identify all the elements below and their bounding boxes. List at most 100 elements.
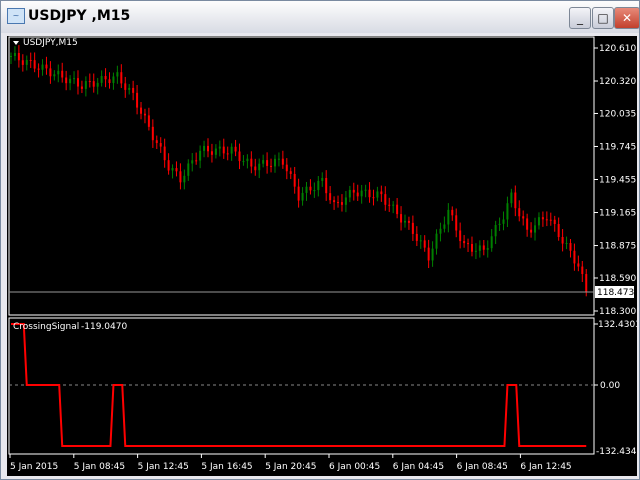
candle-body [143,113,146,116]
chart-window: ~ USDJPY ,M15 _ □ ✕ 120.610 120.320 120.03… [0,0,640,480]
candle-body [285,164,288,172]
dropdown-triangle-icon[interactable] [13,41,19,45]
candle-body [400,214,403,223]
candle-body [199,150,202,161]
candle-body [179,171,182,183]
candle-body [88,81,91,83]
candle-body [171,168,174,171]
close-button[interactable]: ✕ [614,7,640,29]
candle-body [419,240,422,242]
candle-body [537,217,540,226]
indicator-pane-border [8,317,595,455]
candle-body [84,81,87,89]
candle-body [301,192,304,201]
candle-body [140,107,143,114]
time-label: 6 Jan 04:45 [393,462,444,472]
candle-body [486,248,489,250]
candle-body [561,237,564,244]
minimize-button[interactable]: _ [569,7,591,29]
candle-body [317,180,320,191]
candle-body [439,228,442,234]
candle-body [443,224,446,229]
window-title: USDJPY ,M15 [28,8,131,24]
candle-body [258,163,261,171]
candle-body [565,242,568,244]
candle-body [522,216,525,219]
candle-body [490,236,493,249]
candle-body [187,163,190,176]
candle-body [277,158,280,160]
candle-body [557,224,560,238]
candle-body [175,168,178,172]
candle-body [321,177,324,181]
candle-body [364,189,367,191]
candle-body [132,87,135,93]
time-axis[interactable]: 5 Jan 2015 5 Jan 08:45 5 Jan 12:45 5 Jan 16… [9,454,572,472]
candle-body [17,53,20,61]
candle-body [459,230,462,242]
candle-body [53,74,56,77]
title-bar[interactable]: ~ USDJPY ,M15 _ □ ✕ [1,1,640,33]
main-pane-border [8,36,595,316]
candle-body [474,250,477,252]
candle-body [289,171,292,174]
candle-body [514,192,517,209]
maximize-button[interactable]: □ [592,7,614,29]
candle-body [250,158,253,167]
chart-window-icon: ~ [7,8,25,24]
price-label: 119.455 [599,176,636,186]
candle-body [159,143,162,147]
candle-body [92,81,95,87]
candle-body [41,64,44,70]
candle-body [281,158,284,165]
candle-body [352,189,355,193]
candle-body [541,217,544,220]
candle-body [534,225,537,233]
candle-body [234,146,237,152]
candle-body [356,192,359,197]
chart-area[interactable]: 120.610 120.320 120.035 119.745 119.455 119.1… [7,36,640,476]
candle-body [325,177,328,194]
candle-body [447,209,450,225]
candle-body [518,208,521,217]
candle-body [340,202,343,205]
candle-body [344,197,347,205]
candle-body [451,209,454,216]
candle-body [218,146,221,149]
candle-body [337,202,340,204]
candle-body [396,204,399,215]
candle-body [108,79,111,84]
price-scale[interactable]: 120.610 120.320 120.035 119.745 119.455 119.1… [594,44,636,317]
candle-body [33,60,36,69]
price-label: 118.875 [599,242,636,252]
candle-body [96,82,99,87]
symbol-label: USDJPY,M15 [23,38,78,48]
candle-body [427,247,430,261]
candles [10,45,588,297]
time-label: 5 Jan 20:45 [265,462,316,472]
candle-body [329,193,332,201]
indicator-zero-label: 0.00 [600,381,620,391]
candle-body [494,225,497,237]
candle-body [368,189,371,198]
candle-body [73,78,76,80]
candle-body [463,241,466,244]
candle-body [226,153,229,155]
candle-body [577,263,580,267]
candle-body [25,59,28,65]
candle-body [455,215,458,231]
candle-body [80,86,83,89]
candle-body [203,145,206,151]
time-label: 6 Jan 08:45 [457,462,508,472]
candle-body [210,151,213,155]
chart-svg[interactable]: 120.610 120.320 120.035 119.745 119.455 119.1… [7,36,640,476]
time-label: 5 Jan 12:45 [138,462,189,472]
indicator-min-label: -132.4342 [596,447,637,457]
indicator-value: -119.0470 [81,322,127,332]
current-price-label: 118.473 [597,288,634,298]
candle-body [510,192,513,204]
candle-body [569,242,572,251]
candle-body [100,76,103,83]
candle-body [478,245,481,251]
candle-body [230,146,233,154]
